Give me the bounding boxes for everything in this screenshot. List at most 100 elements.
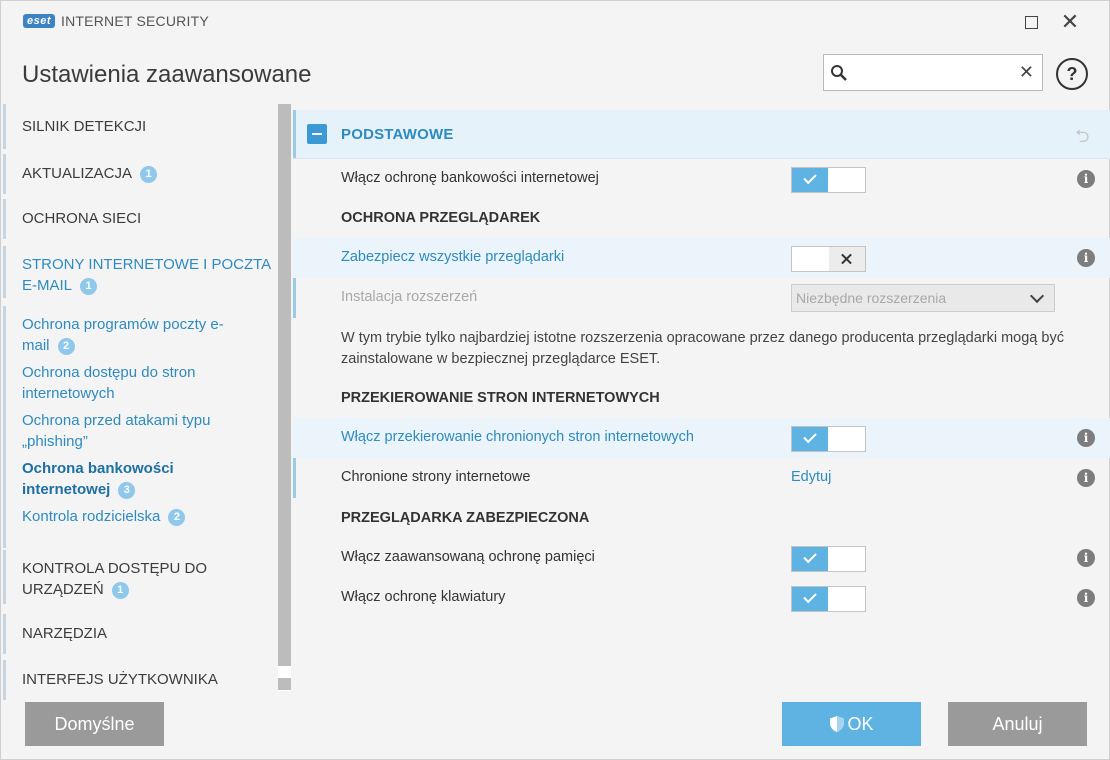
sidebar-item-label: Ochrona programów poczty e-	[22, 316, 224, 333]
sidebar-item-label: KONTROLA DOSTĘPU DO	[22, 560, 208, 577]
setting-label: Chronione strony internetowe	[341, 469, 531, 485]
row-marker	[293, 278, 296, 318]
help-button[interactable]: ?	[1056, 58, 1088, 90]
sidebar-item-label: Kontrola rodzicielska	[22, 508, 161, 525]
ok-label: OK	[847, 714, 874, 734]
collapse-icon[interactable]	[307, 124, 327, 144]
sidebar-item-label-line2: mail	[22, 337, 50, 354]
toggle-enable-redirect[interactable]	[791, 426, 866, 452]
cancel-button[interactable]: Anuluj	[948, 702, 1087, 746]
title-bar: eset INTERNET SECURITY ✕	[1, 1, 1110, 43]
check-icon	[792, 587, 828, 611]
setting-label: Zabezpiecz wszystkie przeglądarki	[341, 249, 565, 265]
sidebar-item-label: OCHRONA SIECI	[22, 210, 142, 227]
sidebar-item-user-interface[interactable]: INTERFEJS UŻYTKOWNIKA	[1, 660, 278, 700]
section-marker	[293, 110, 296, 158]
info-icon[interactable]: i	[1077, 589, 1095, 607]
cross-icon	[829, 247, 865, 271]
scrollbar-thumb[interactable]	[278, 104, 291, 666]
sidebar-item-email-client-protection[interactable]: Ochrona programów poczty e- mail 2	[1, 314, 278, 356]
sidebar-item-parental-control[interactable]: Kontrola rodzicielska 2	[1, 506, 278, 527]
setting-row-keyboard-protection: Włącz ochronę klawiatury i	[293, 578, 1110, 618]
search-icon	[831, 65, 847, 81]
sidebar-item-label: STRONY INTERNETOWE I POCZTA	[22, 256, 272, 273]
maximize-button[interactable]	[1020, 11, 1042, 33]
setting-row-memory-protection: Włącz zaawansowaną ochronę pamięci i	[293, 538, 1110, 578]
section-header[interactable]: PODSTAWOWE ⮌	[293, 110, 1110, 159]
sidebar-item-antiphishing[interactable]: Ochrona przed atakami typu „phishing”	[1, 410, 278, 452]
notification-badge: 1	[80, 278, 98, 295]
sidebar-item-web-access-protection[interactable]: Ochrona dostępu do stron internetowych	[1, 362, 278, 404]
setting-label: Instalacja rozszerzeń	[341, 289, 478, 305]
notification-badge: 1	[111, 582, 129, 599]
toggle-enable-banking[interactable]	[791, 167, 866, 193]
close-icon: ✕	[1060, 9, 1080, 34]
sidebar-item-label-line2: internetowych	[22, 385, 115, 402]
sidebar-item-label: SILNIK DETEKCJI	[22, 118, 147, 135]
app-title: INTERNET SECURITY	[61, 13, 209, 29]
check-icon	[792, 547, 828, 571]
toggle-memory-protection[interactable]	[791, 546, 866, 572]
sidebar: SILNIK DETEKCJI AKTUALIZACJA 1 OCHRONA SI…	[1, 104, 278, 700]
setting-label: Włącz ochronę klawiatury	[341, 589, 506, 605]
sidebar-item-label-line2: URZĄDZEŃ	[22, 581, 104, 598]
sidebar-item-label: Ochrona dostępu do stron	[22, 364, 196, 381]
sidebar-item-label-line2: „phishing”	[22, 433, 88, 450]
chevron-down-icon	[1029, 288, 1045, 304]
toggle-secure-all-browsers[interactable]	[791, 246, 866, 272]
clear-search-icon[interactable]: ✕	[1019, 62, 1034, 83]
setting-row-extensions: Instalacja rozszerzeń Niezbędne rozszerz…	[293, 278, 1110, 318]
setting-label: Włącz przekierowanie chronionych stron i…	[341, 429, 694, 445]
sidebar-item-device-control[interactable]: KONTROLA DOSTĘPU DO URZĄDZEŃ 1	[1, 550, 278, 604]
info-icon[interactable]: i	[1077, 249, 1095, 267]
subsection-browser-protection: OCHRONA PRZEGLĄDAREK	[341, 210, 541, 226]
settings-content: PODSTAWOWE ⮌ Włącz ochronę bankowości in…	[293, 110, 1110, 650]
sidebar-item-label: Ochrona przed atakami typu	[22, 412, 211, 429]
sidebar-item-web-and-email[interactable]: STRONY INTERNETOWE I POCZTA E-MAIL 1	[1, 246, 278, 298]
close-button[interactable]: ✕	[1059, 11, 1081, 33]
sidebar-item-tools[interactable]: NARZĘDZIA	[1, 614, 278, 654]
setting-row-enable-banking: Włącz ochronę bankowości internetowej i	[293, 159, 1110, 199]
app-logo: eset INTERNET SECURITY	[23, 13, 209, 29]
info-icon[interactable]: i	[1077, 170, 1095, 188]
sidebar-item-banking-protection[interactable]: Ochrona bankowości internetowej 3	[1, 458, 278, 500]
notification-badge: 2	[168, 509, 186, 526]
sidebar-item-label: AKTUALIZACJA	[22, 165, 133, 182]
setting-label: Włącz zaawansowaną ochronę pamięci	[341, 549, 595, 565]
edit-link[interactable]: Edytuj	[791, 469, 831, 485]
check-icon	[792, 168, 828, 192]
row-marker	[293, 458, 296, 498]
settings-window: eset INTERNET SECURITY ✕ Ustawienia zaaw…	[0, 0, 1110, 760]
info-icon[interactable]: i	[1077, 549, 1095, 567]
sidebar-item-label-line2: E-MAIL	[22, 277, 73, 294]
sidebar-item-label: NARZĘDZIA	[22, 625, 108, 642]
section-title: PODSTAWOWE	[341, 126, 454, 143]
sidebar-scrollbar[interactable]	[278, 104, 291, 691]
sidebar-item-label: Ochrona bankowości	[22, 460, 174, 477]
ok-button[interactable]: OK	[782, 702, 921, 746]
maximize-icon	[1024, 15, 1038, 29]
sidebar-item-detection-engine[interactable]: SILNIK DETEKCJI	[1, 104, 278, 149]
sidebar-item-network-protection[interactable]: OCHRONA SIECI	[1, 199, 278, 239]
info-icon[interactable]: i	[1077, 429, 1095, 447]
page-title: Ustawienia zaawansowane	[22, 61, 312, 88]
setting-row-secure-all-browsers: Zabezpiecz wszystkie przeglądarki i	[293, 238, 1110, 278]
subsection-secure-browser: PRZEGLĄDARKA ZABEZPIECZONA	[341, 510, 590, 526]
extensions-select[interactable]: Niezbędne rozszerzenia	[791, 284, 1055, 312]
notification-badge: 2	[57, 338, 75, 355]
toggle-keyboard-protection[interactable]	[791, 586, 866, 612]
sidebar-item-update[interactable]: AKTUALIZACJA 1	[1, 154, 278, 194]
notification-badge: 3	[118, 482, 136, 499]
extensions-description: W tym trybie tylko najbardziej istotne r…	[341, 330, 1064, 367]
default-button[interactable]: Domyślne	[25, 702, 164, 746]
check-icon	[792, 427, 828, 451]
eset-logo: eset	[23, 14, 56, 28]
undo-icon[interactable]: ⮌	[1075, 124, 1089, 154]
scrollbar-arrow[interactable]	[278, 678, 291, 690]
search-input[interactable]	[854, 61, 1018, 87]
info-icon[interactable]: i	[1077, 469, 1095, 487]
search-box[interactable]: ✕	[823, 54, 1043, 91]
select-value: Niezbędne rozszerzenia	[796, 290, 947, 306]
shield-icon	[830, 716, 845, 732]
subsection-redirect: PRZEKIEROWANIE STRON INTERNETOWYCH	[341, 390, 660, 406]
